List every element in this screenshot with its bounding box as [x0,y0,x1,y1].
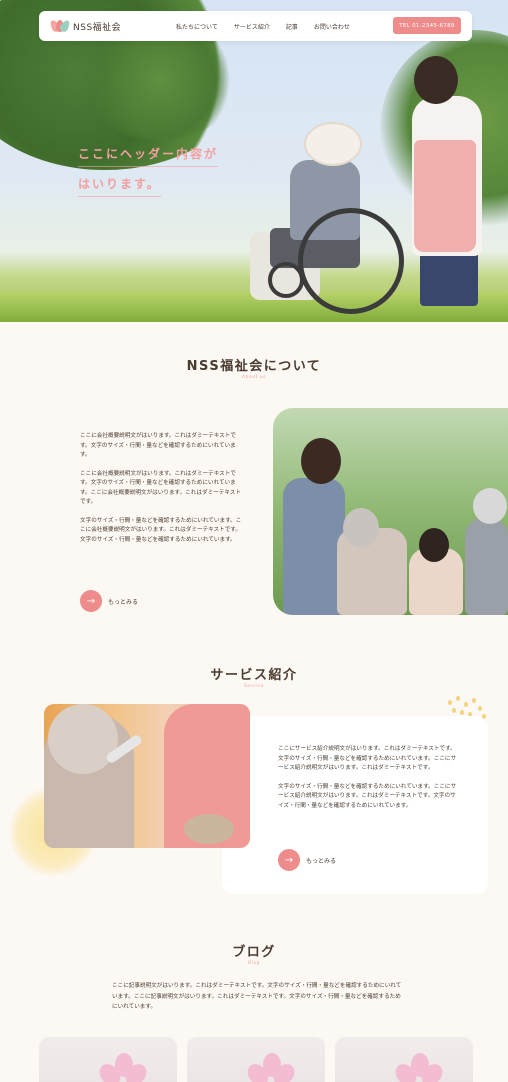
photo-elder-1-head [343,508,379,548]
lotus-logo-icon [48,18,72,34]
service-text: ここにサービス紹介説明文がはいります。これはダミーテキストです。文字のサイズ・行… [278,745,458,820]
about-more-button[interactable]: → もっとみる [80,590,138,612]
tel-button[interactable]: TEL 01-2345-6789 [393,17,461,34]
hero-copy-line-1: ここにヘッダー内容が [78,145,219,167]
hero-carer-legs [420,248,478,306]
service-title: サービス紹介 [210,668,298,683]
menu-item-about[interactable]: 私たちについて [176,22,218,31]
photo-carer-head [301,438,341,484]
blog-card-3[interactable] [335,1037,473,1082]
about-more-label: もっとみる [108,598,139,606]
blog-subtitle: Blog [248,961,260,966]
blog-title: ブログ [232,945,276,960]
hero-small-wheel [268,262,304,298]
flower-image [243,1053,299,1082]
blog-card-2[interactable] [187,1037,325,1082]
menu-item-service[interactable]: サービス紹介 [234,22,270,31]
service-photo [44,704,250,848]
logo-text: NSS福祉会 [73,22,122,33]
hero-copy: ここにヘッダー内容が はいります。 [78,145,219,205]
service-paragraph-1: ここにサービス紹介説明文がはいります。これはダミーテキストです。文字のサイズ・行… [278,746,457,771]
service-subtitle: Service [243,684,265,689]
photo-carer [283,478,345,615]
photo-elder-2-head [419,528,449,562]
photo-elder-3 [465,518,508,615]
arrow-right-icon: → [80,590,102,612]
logo[interactable]: NSS福祉会 [48,18,122,34]
flower-image [391,1053,447,1082]
header-nav: NSS福祉会 私たちについて サービス紹介 記事 お問い合わせ TEL 01-2… [39,11,472,41]
photo-elder-3-head [473,488,507,524]
about-paragraph-1: ここに会社概要説明文がはいります。これはダミーテキストです。文字のサイズ・行間・… [80,433,236,458]
blog-card-1[interactable] [39,1037,177,1082]
about-photo [273,408,508,615]
about-title: NSS福祉会について [186,359,322,374]
main-menu: 私たちについて サービス紹介 記事 お問い合わせ [176,11,366,41]
hero-carer-head [414,56,458,104]
hero-wheel [298,208,404,314]
arrow-right-icon: → [278,849,300,871]
about-subtitle: About us [242,375,266,380]
hero-carer-apron [414,140,476,252]
service-paragraph-2: 文字のサイズ・行間・量などを確認するためにいれています。ここにサービス紹介説明文… [278,783,457,809]
menu-item-contact[interactable]: お問い合わせ [314,22,350,31]
menu-item-articles[interactable]: 記事 [286,22,298,31]
photo-elder-head [48,704,118,774]
about-paragraph-3: 文字のサイズ・行間・量などを確認するためにいれています。ここに会社概要説明文がは… [80,517,242,543]
about-paragraph-2: ここに会社概要説明文がはいります。これはダミーテキストです。文字のサイズ・行間・… [80,470,241,506]
hero-section: ここにヘッダー内容が はいります。 [0,0,508,322]
hero-copy-line-2: はいります。 [78,175,161,197]
photo-bowl [184,814,234,844]
service-more-button[interactable]: → もっとみる [278,849,336,871]
hero-hat [304,122,362,166]
about-text: ここに会社概要説明文がはいります。これはダミーテキストです。文字のサイズ・行間・… [80,432,242,554]
service-more-label: もっとみる [306,857,337,865]
blog-description: ここに記事説明文がはいります。これはダミーテキストです。文字のサイズ・行間・量な… [112,983,402,1010]
flower-image [95,1053,151,1082]
